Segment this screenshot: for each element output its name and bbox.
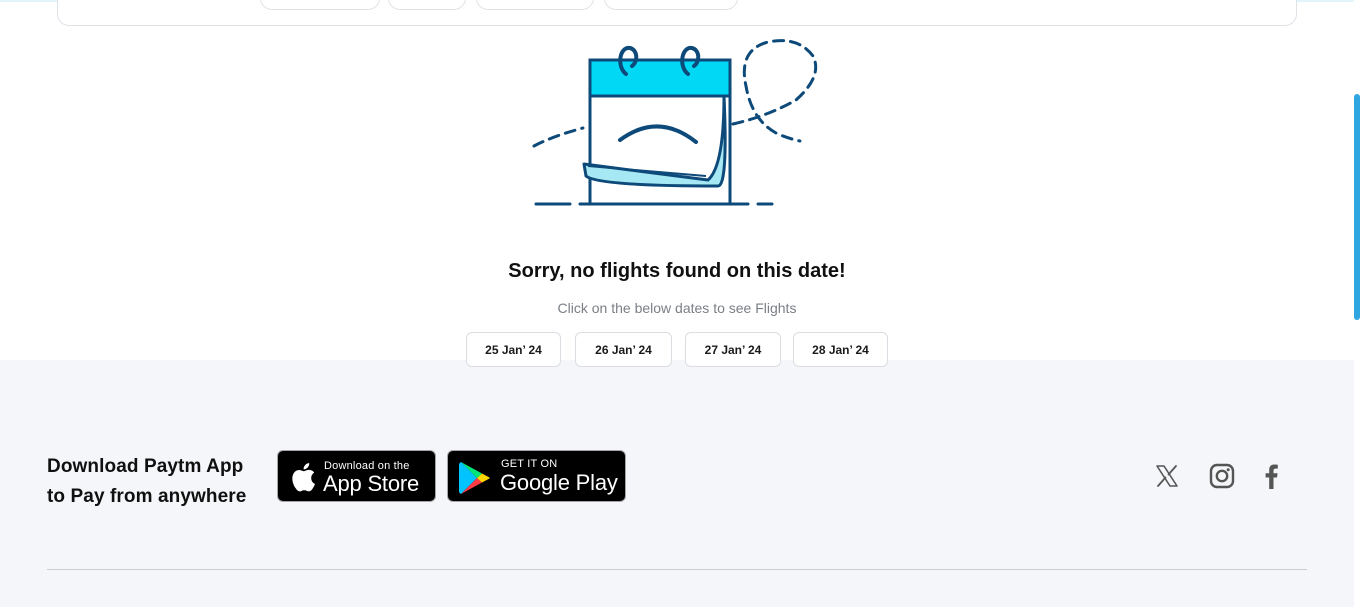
apple-icon <box>292 463 315 492</box>
filter-chip[interactable] <box>388 0 466 10</box>
date-chip[interactable]: 26 Jan’ 24 <box>575 332 672 367</box>
instagram-icon[interactable] <box>1207 461 1237 491</box>
scrollbar-thumb[interactable] <box>1354 94 1360 320</box>
x-icon[interactable] <box>1152 461 1182 491</box>
date-chip[interactable]: 25 Jan’ 24 <box>466 332 561 367</box>
no-flights-subtitle: Click on the below dates to see Flights <box>557 300 797 316</box>
date-chip[interactable]: 27 Jan’ 24 <box>685 332 781 367</box>
facebook-icon[interactable] <box>1256 461 1286 491</box>
filter-chip[interactable] <box>604 0 738 10</box>
google-play-big-text: Google Play <box>500 470 618 495</box>
filter-chip[interactable] <box>476 0 594 10</box>
date-chip[interactable]: 28 Jan’ 24 <box>793 332 888 367</box>
footer: Download Paytm App to Pay from anywhere … <box>0 360 1354 607</box>
filter-chip[interactable] <box>260 0 380 10</box>
google-play-button[interactable]: GET IT ON Google Play <box>447 450 626 502</box>
download-line-1: Download Paytm App <box>47 456 244 477</box>
no-flights-title: Sorry, no flights found on this date! <box>508 260 846 282</box>
google-play-small-text: GET IT ON <box>501 458 558 470</box>
app-store-big-text: App Store <box>323 471 420 496</box>
download-app-heading: Download Paytm App to Pay from anywhere <box>47 452 246 512</box>
download-line-2: to Pay from anywhere <box>47 486 247 507</box>
google-play-icon <box>459 462 490 494</box>
sad-calendar-icon <box>532 39 818 206</box>
footer-divider <box>47 569 1307 570</box>
app-store-button[interactable]: Download on the App Store <box>277 450 436 502</box>
